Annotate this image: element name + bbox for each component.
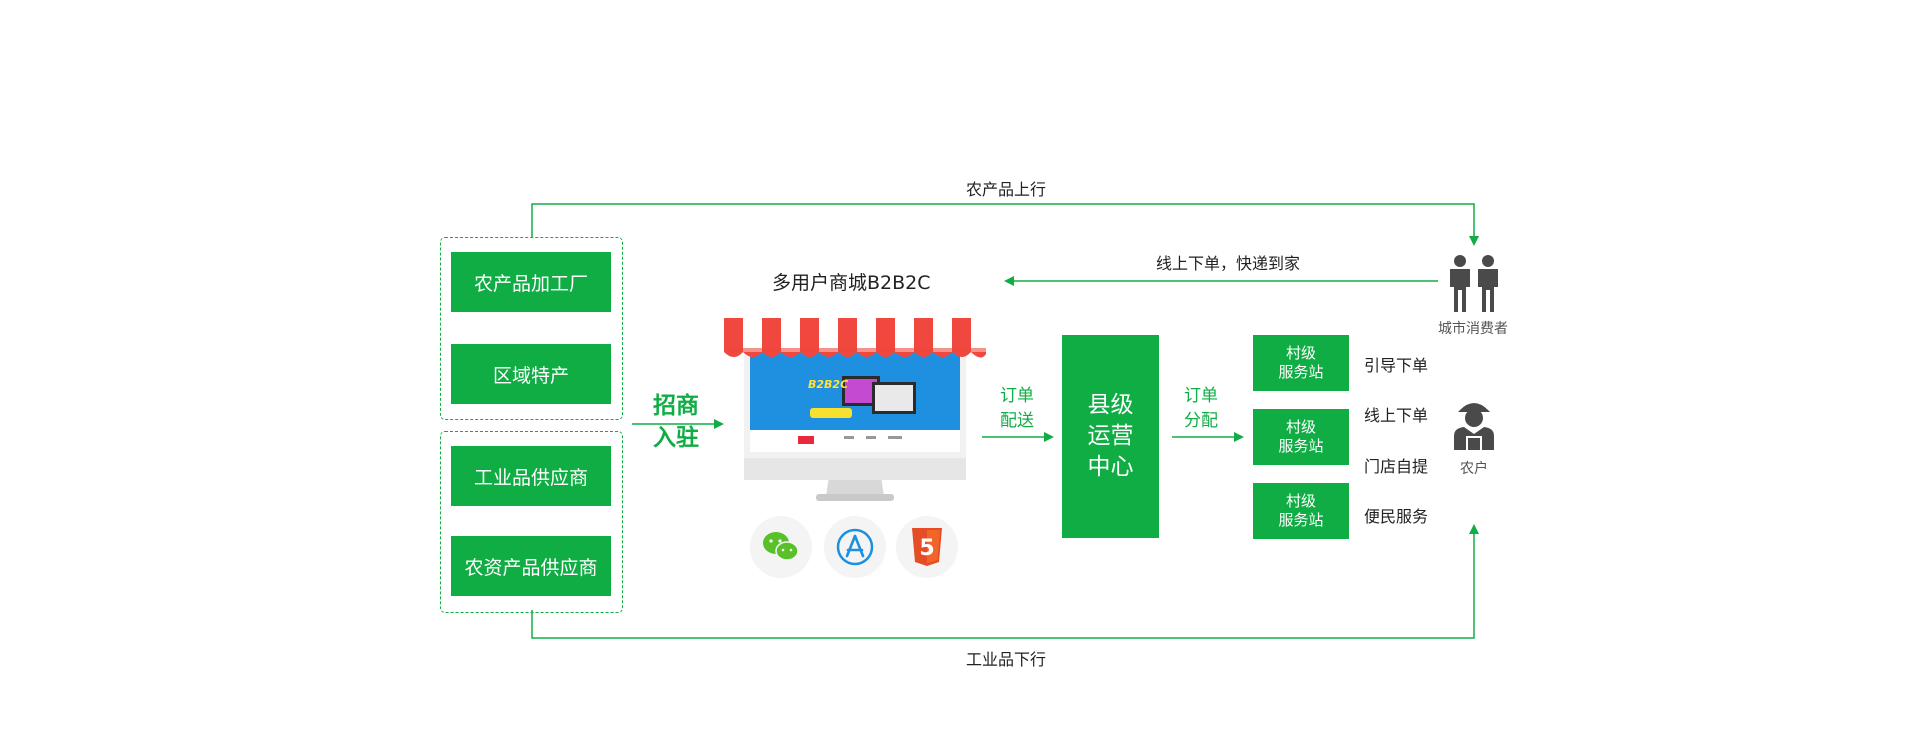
station-3-line2: 服务站 <box>1278 511 1324 529</box>
service-guided-order: 引导下单 <box>1364 356 1429 375</box>
station-1-line1: 村级 <box>1285 344 1316 362</box>
service-online-order: 线上下单 <box>1364 406 1429 425</box>
order-distribution-label: 订单 分配 <box>1168 384 1234 434</box>
order-delivery-line1: 订单 <box>1000 386 1034 406</box>
screen-banner-text: B2B2C <box>808 378 848 391</box>
supplier-agri-materials: 农资产品供应商 <box>451 536 611 596</box>
top-flow-line <box>531 203 1479 246</box>
station-2-line2: 服务站 <box>1278 437 1324 455</box>
supplier-regional-specialty: 区域特产 <box>451 344 611 404</box>
wechat-icon <box>750 516 812 578</box>
village-station-3: 村级 服务站 <box>1253 483 1349 539</box>
html5-glyph: 5 <box>919 536 934 561</box>
mall-title: 多用户商城B2B2C <box>772 272 931 294</box>
supplier-industrial-goods: 工业品供应商 <box>451 446 611 506</box>
city-consumer-label: 城市消费者 <box>1438 321 1508 337</box>
county-operation-center: 县级 运营 中心 <box>1062 335 1159 538</box>
order-distribution-line1: 订单 <box>1184 386 1218 406</box>
village-station-1: 村级 服务站 <box>1253 335 1349 391</box>
recruit-line1: 招商 <box>653 393 699 419</box>
html5-icon: 5 <box>896 516 958 578</box>
supplier-processing-plant: 农产品加工厂 <box>451 252 611 312</box>
bottom-flow-line <box>531 524 1479 639</box>
service-convenience: 便民服务 <box>1364 507 1429 526</box>
station-3-line1: 村级 <box>1285 492 1316 510</box>
service-store-pickup: 门店自提 <box>1364 457 1429 476</box>
order-delivery-line2: 配送 <box>1000 411 1034 431</box>
village-station-2: 村级 服务站 <box>1253 409 1349 465</box>
farmer-icon <box>1454 403 1494 450</box>
county-center-line2: 运营 <box>1087 423 1134 449</box>
station-1-line2: 服务站 <box>1278 363 1324 381</box>
county-center-line3: 中心 <box>1087 454 1134 480</box>
recruit-line2: 入驻 <box>653 425 699 451</box>
county-center-line1: 县级 <box>1087 392 1134 418</box>
farmer-label: 农户 <box>1460 461 1488 477</box>
app-store-icon <box>824 516 886 578</box>
recruit-label: 招商 入驻 <box>640 390 712 454</box>
city-consumer-icon <box>1450 255 1498 312</box>
bottom-flow-label: 工业品下行 <box>966 650 1047 669</box>
top-flow-label: 农产品上行 <box>966 180 1047 199</box>
station-2-line1: 村级 <box>1285 418 1316 436</box>
order-delivery-label: 订单 配送 <box>984 384 1050 434</box>
online-order-label: 线上下单，快递到家 <box>1156 254 1301 273</box>
storefront-illustration: B2B2C <box>724 318 986 501</box>
order-distribution-line2: 分配 <box>1184 411 1218 431</box>
